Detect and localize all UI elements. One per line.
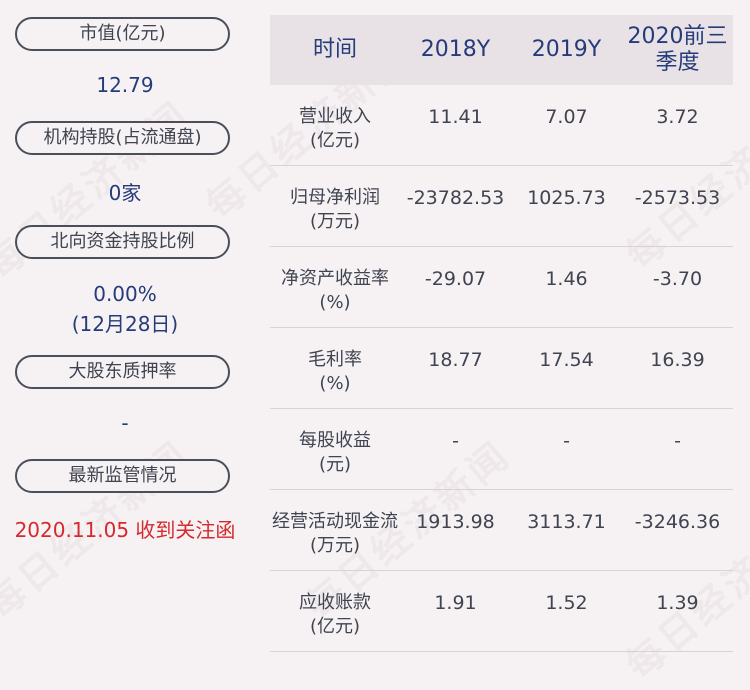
row-label: 每股收益 (元) [299, 430, 371, 475]
table-cell: 16.39 [650, 349, 705, 371]
header-2018: 2018Y [420, 37, 491, 62]
regulation-label: 最新监管情况 [15, 459, 230, 493]
row-label: 营业收入 (亿元) [299, 106, 371, 151]
table-cell: - [674, 430, 681, 452]
table-cell: 1913.98 [416, 511, 495, 533]
table-cell: 7.07 [545, 106, 588, 128]
financial-table: 时间 2018Y 2019Y 2020前三 季度 营业收入 (亿元) 11.41… [270, 15, 733, 652]
table-cell: 11.41 [428, 106, 483, 128]
table-cell: - [563, 430, 570, 452]
header-2020q3: 2020前三 季度 [627, 24, 728, 75]
table-cell: 1.39 [656, 592, 699, 614]
stock-summary-panel: 市值(亿元) 12.79 机构持股(占流通盘) 0家 北向资金持股比例 0.00… [0, 0, 250, 667]
table-row: 净资产收益率 (%) -29.07 1.46 -3.70 [270, 247, 733, 328]
pledge-ratio-label: 大股东质押率 [15, 355, 230, 389]
row-label: 毛利率 (%) [308, 349, 362, 394]
northbound-ratio-date: (12月28日) [71, 312, 179, 336]
table-row: 营业收入 (亿元) 11.41 7.07 3.72 [270, 85, 733, 166]
table-cell: 1025.73 [527, 187, 606, 209]
northbound-ratio-value: 0.00% [93, 282, 157, 306]
table-cell: -3246.36 [634, 511, 721, 533]
row-label: 应收账款 (亿元) [299, 592, 371, 637]
table-row: 每股收益 (元) - - - [270, 409, 733, 490]
table-cell: 3.72 [656, 106, 699, 128]
table-cell: 3113.71 [527, 511, 606, 533]
market-cap-label: 市值(亿元) [15, 17, 230, 51]
pledge-ratio-value: - [121, 411, 129, 435]
row-label: 净资产收益率 (%) [281, 268, 389, 313]
table-cell: - [452, 430, 459, 452]
regulation-notice: 2020.11.05 收到关注函 [14, 518, 236, 542]
table-cell: -29.07 [424, 268, 487, 290]
table-cell: 1.91 [434, 592, 477, 614]
northbound-ratio-label: 北向资金持股比例 [15, 225, 230, 259]
table-row: 归母净利润 (万元) -23782.53 1025.73 -2573.53 [270, 166, 733, 247]
institution-holding-label: 机构持股(占流通盘) [15, 121, 230, 155]
table-cell: -3.70 [652, 268, 703, 290]
table-cell: 1.46 [545, 268, 588, 290]
row-label: 经营活动现金流 (万元) [272, 511, 398, 556]
table-row: 毛利率 (%) 18.77 17.54 16.39 [270, 328, 733, 409]
table-cell: 17.54 [539, 349, 594, 371]
institution-holding-value: 0家 [108, 181, 142, 205]
header-period: 时间 [312, 37, 357, 62]
table-cell: -2573.53 [634, 187, 721, 209]
table-cell: -23782.53 [406, 187, 505, 209]
table-header: 时间 2018Y 2019Y 2020前三 季度 [270, 15, 733, 85]
row-label: 归母净利润 (万元) [290, 187, 380, 232]
header-2019: 2019Y [531, 37, 602, 62]
table-row: 应收账款 (亿元) 1.91 1.52 1.39 [270, 571, 733, 652]
table-cell: 18.77 [428, 349, 483, 371]
market-cap-value: 12.79 [96, 73, 154, 97]
table-cell: 1.52 [545, 592, 588, 614]
table-row: 经营活动现金流 (万元) 1913.98 3113.71 -3246.36 [270, 490, 733, 571]
